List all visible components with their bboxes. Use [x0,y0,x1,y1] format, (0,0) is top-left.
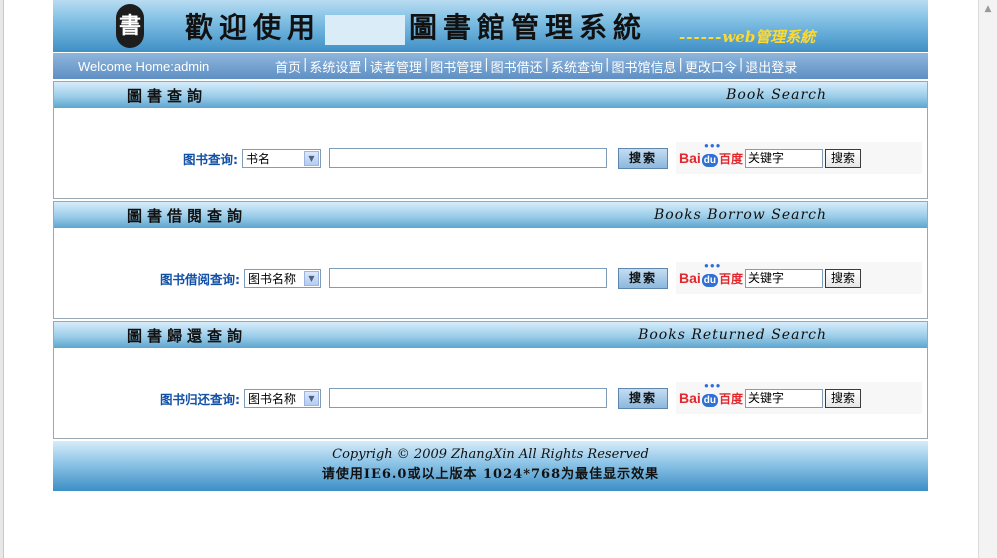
select-value: 书名 [246,151,271,166]
search-input[interactable] [329,148,607,168]
paw-icon: ●●● [704,380,722,390]
section-title-en: Book Search [726,87,827,103]
section-title-cn: 圖書歸還查詢 [127,327,248,345]
baidu-keyword-input[interactable]: 关键字 [745,268,824,288]
baidu-search-button[interactable]: 搜索 [825,268,862,288]
search-button[interactable]: 搜索 [618,147,668,169]
search-input[interactable] [329,388,607,408]
section-header: 圖書歸還查詢 Books Returned Search [54,322,927,348]
section-header: 圖書查詢 Book Search [54,82,927,108]
header-banner: 書 歡迎使用 圖書館管理系統 ------web管理系統 [53,0,928,52]
baidu-search-box: ●●● Bai du 百度 关键字 搜索 [676,141,922,174]
footer: Copyrigh © 2009 ZhangXin All Rights Rese… [53,441,928,491]
nav-item-system-settings[interactable]: 系统设置 [309,57,361,76]
section-title-cn: 圖書查詢 [127,87,208,105]
nav-item-change-password[interactable]: 更改口令 [685,57,737,76]
browser-hint-text: 请使用IE6.0或以上版本 1024*768为最佳显示效果 [321,467,660,482]
section-body: 图书归还查询: 图书名称 ▼ 搜索 ●●● Bai du 百度 关键字 搜索 [54,348,927,438]
search-row: 图书借阅查询: 图书名称 ▼ 搜索 ●●● Bai du 百度 关键字 搜索 [160,261,922,294]
nav-item-logout[interactable]: 退出登录 [745,57,797,76]
search-button[interactable]: 搜索 [618,267,668,289]
select-value: 图书名称 [248,271,297,286]
nav-separator: | [303,56,308,72]
baidu-keyword-input[interactable]: 关键字 [745,148,824,168]
title-blank [325,14,406,45]
nav-separator: | [363,56,368,72]
nav-separator: | [544,56,550,72]
nav-item-borrow-return[interactable]: 图书借还 [491,57,543,76]
paw-icon: ●●● [704,140,722,150]
banner-title-part1: 歡迎使用 [185,11,322,44]
search-field-select[interactable]: 图书名称 ▼ [244,388,321,408]
chevron-down-icon[interactable]: ▼ [304,270,319,286]
nav-separator: | [423,56,429,72]
scroll-up-arrow-icon[interactable]: ▲ [981,2,995,16]
nav-item-reader-management[interactable]: 读者管理 [370,57,422,76]
nav-separator: | [484,56,489,72]
banner-title: 歡迎使用 圖書館管理系統 [185,6,647,46]
section-body: 图书查询: 书名 ▼ 搜索 ●●● Bai du 百度 关键字 搜索 [54,108,927,198]
baidu-logo[interactable]: ●●● Bai du 百度 [679,381,743,407]
nav-separator: | [738,56,744,72]
page-container: 書 歡迎使用 圖書館管理系統 ------web管理系統 Welcome Home… [53,0,928,491]
baidu-logo[interactable]: ●●● Bai du 百度 [679,141,743,167]
baidu-search-button[interactable]: 搜索 [825,388,862,408]
chevron-down-icon[interactable]: ▼ [304,150,319,166]
nav-item-library-info[interactable]: 图书馆信息 [611,57,676,76]
section-title-cn: 圖書借閱查詢 [127,207,248,225]
search-field-select[interactable]: 书名 ▼ [242,148,321,168]
book-search-section: 圖書查詢 Book Search 图书查询: 书名 ▼ 搜索 ●●● Bai du 百… [53,81,928,199]
nav-item-book-management[interactable]: 图书管理 [430,57,482,76]
search-button[interactable]: 搜索 [618,387,668,409]
baidu-keyword-input[interactable]: 关键字 [745,388,824,408]
subtitle-text: web管理系統 [722,28,816,46]
nav-separator: | [678,56,683,72]
return-search-section: 圖書歸還查詢 Books Returned Search 图书归还查询: 图书名… [53,321,928,439]
paw-icon: ●●● [704,260,722,270]
copyright-text: Copyrigh © 2009 ZhangXin All Rights Rese… [332,447,649,462]
borrow-search-section: 圖書借閱查詢 Books Borrow Search 图书借阅查询: 图书名称 … [53,201,928,319]
nav-menu: 首页 | 系统设置 | 读者管理 | 图书管理 | 图书借还 | 系统查询 | 图书馆信息 |… [275,57,797,76]
nav-bar: Welcome Home:admin 首页 | 系统设置 | 读者管理 | 图书管理 |… [53,52,928,79]
window-left-edge [0,0,4,558]
nav-item-system-query[interactable]: 系统查询 [551,57,603,76]
banner-subtitle: ------web管理系統 [679,26,815,47]
nav-item-home[interactable]: 首页 [275,57,301,76]
welcome-text: Welcome Home:admin [78,58,210,74]
subtitle-dashes: ------ [679,28,723,46]
baidu-search-button[interactable]: 搜索 [825,148,862,168]
vertical-scrollbar[interactable]: ▲ [978,0,997,558]
chevron-down-icon[interactable]: ▼ [304,390,319,406]
select-value: 图书名称 [248,391,297,406]
baidu-search-box: ●●● Bai du 百度 关键字 搜索 [676,381,922,414]
baidu-search-box: ●●● Bai du 百度 关键字 搜索 [676,261,922,294]
search-row: 图书查询: 书名 ▼ 搜索 ●●● Bai du 百度 关键字 搜索 [183,141,922,174]
section-header: 圖書借閱查詢 Books Borrow Search [54,202,927,228]
query-label: 图书查询: [183,151,238,167]
section-title-en: Books Borrow Search [654,207,827,223]
search-field-select[interactable]: 图书名称 ▼ [244,268,321,288]
seal-logo: 書 [116,4,144,48]
query-label: 图书借阅查询: [160,271,240,287]
banner-title-part2: 圖書館管理系統 [409,11,648,44]
query-label: 图书归还查询: [160,391,240,407]
baidu-logo[interactable]: ●●● Bai du 百度 [679,261,743,287]
nav-separator: | [605,56,610,72]
section-body: 图书借阅查询: 图书名称 ▼ 搜索 ●●● Bai du 百度 关键字 搜索 [54,228,927,318]
search-input[interactable] [329,268,607,288]
section-title-en: Books Returned Search [638,327,827,343]
search-row: 图书归还查询: 图书名称 ▼ 搜索 ●●● Bai du 百度 关键字 搜索 [160,381,922,414]
